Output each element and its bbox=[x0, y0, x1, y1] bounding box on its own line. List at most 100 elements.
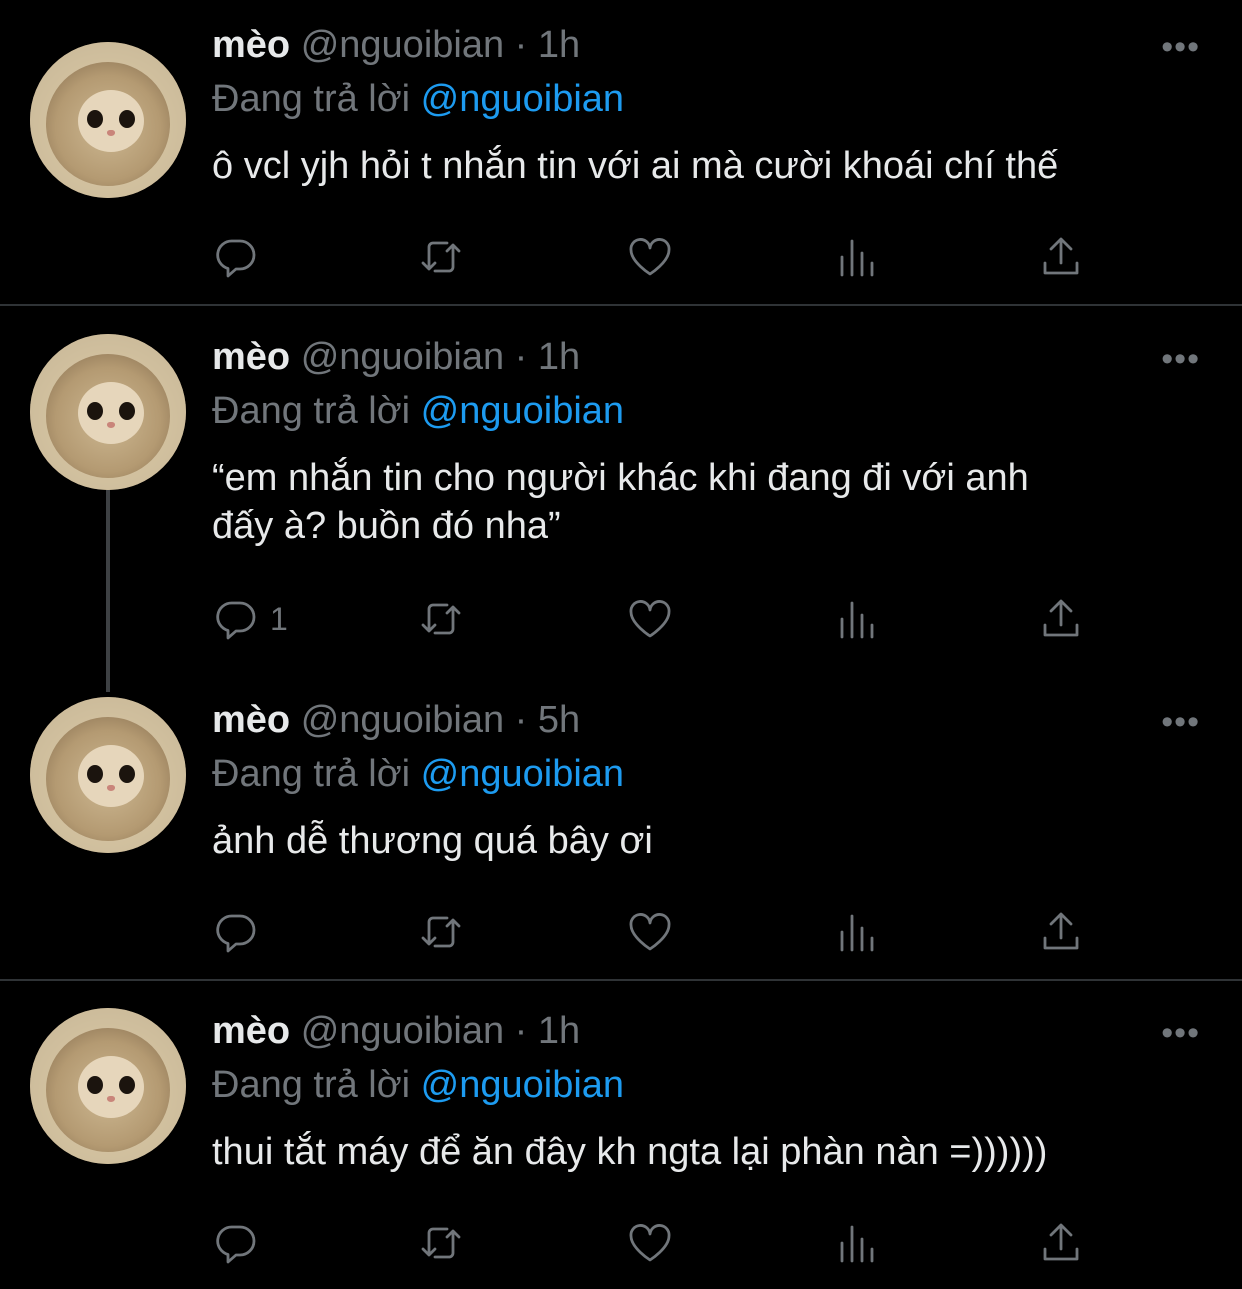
tweet-text-line: thui tắt máy để ăn đây kh ngta lại phàn … bbox=[212, 1131, 1048, 1173]
more-icon[interactable]: ••• bbox=[1161, 1016, 1200, 1050]
tweet-text: thui tắt máy để ăn đây kh ngta lại phàn … bbox=[212, 1128, 1202, 1176]
retweet-button[interactable] bbox=[417, 1218, 465, 1268]
replying-to-label: Đang trả lời bbox=[212, 390, 411, 432]
mention-link[interactable]: @nguoibian bbox=[421, 78, 624, 120]
reply-icon bbox=[216, 1225, 256, 1264]
retweet-icon bbox=[421, 603, 461, 635]
reply-button[interactable] bbox=[212, 1218, 270, 1268]
timestamp[interactable]: 1h bbox=[538, 1010, 580, 1052]
replying-to-label: Đang trả lời bbox=[212, 1064, 411, 1106]
like-icon bbox=[629, 1224, 671, 1262]
replying-to: Đang trả lời @nguoibian bbox=[212, 1062, 624, 1108]
separator: · bbox=[514, 24, 528, 66]
tweet-text: ô vcl yjh hỏi t nhắn tin với ai mà cười … bbox=[212, 142, 1202, 190]
more-icon[interactable]: ••• bbox=[1161, 705, 1200, 739]
like-button[interactable] bbox=[626, 907, 674, 957]
views-button[interactable] bbox=[832, 594, 880, 644]
replying-to: Đang trả lời @nguoibian bbox=[212, 388, 624, 434]
tweet-text-line: “em nhắn tin cho người khác khi đang đi … bbox=[212, 457, 1029, 499]
tweet-header: mèo @nguoibian · 1h bbox=[212, 1008, 580, 1054]
like-button[interactable] bbox=[626, 1218, 674, 1268]
tweet-text-line: ô vcl yjh hỏi t nhắn tin với ai mà cười … bbox=[212, 145, 1059, 187]
handle[interactable]: @nguoibian bbox=[301, 336, 504, 378]
mention-link[interactable]: @nguoibian bbox=[421, 753, 624, 795]
action-bar bbox=[212, 1218, 1092, 1268]
action-bar bbox=[212, 907, 1092, 957]
reply-icon bbox=[216, 239, 256, 278]
display-name[interactable]: mèo bbox=[212, 699, 290, 741]
retweet-button[interactable] bbox=[417, 232, 465, 282]
replying-to-label: Đang trả lời bbox=[212, 78, 411, 120]
tweet-text-line: ảnh dễ thương quá bây ơi bbox=[212, 820, 653, 862]
display-name[interactable]: mèo bbox=[212, 1010, 290, 1052]
retweet-icon bbox=[421, 1227, 461, 1259]
mention-link[interactable]: @nguoibian bbox=[421, 1064, 624, 1106]
mention-link[interactable]: @nguoibian bbox=[421, 390, 624, 432]
handle[interactable]: @nguoibian bbox=[301, 699, 504, 741]
like-icon bbox=[629, 238, 671, 276]
like-icon bbox=[629, 913, 671, 951]
divider bbox=[0, 979, 1242, 981]
tweet-text: ảnh dễ thương quá bây ơi bbox=[212, 817, 1202, 865]
divider bbox=[0, 304, 1242, 306]
reply-button[interactable] bbox=[212, 907, 270, 957]
avatar[interactable] bbox=[30, 334, 186, 490]
retweet-button[interactable] bbox=[417, 907, 465, 957]
avatar[interactable] bbox=[30, 1008, 186, 1164]
retweet-icon bbox=[421, 916, 461, 948]
views-icon bbox=[840, 914, 874, 952]
more-icon[interactable]: ••• bbox=[1161, 30, 1200, 64]
tweet-header: mèo @nguoibian · 1h bbox=[212, 22, 580, 68]
like-button[interactable] bbox=[626, 594, 674, 644]
views-icon bbox=[840, 601, 874, 639]
timestamp[interactable]: 5h bbox=[538, 699, 580, 741]
reply-button[interactable] bbox=[212, 232, 270, 282]
reply-icon bbox=[216, 601, 256, 640]
reply-button[interactable]: 1 bbox=[212, 594, 288, 644]
share-button[interactable] bbox=[1037, 594, 1085, 644]
handle[interactable]: @nguoibian bbox=[301, 24, 504, 66]
views-icon bbox=[840, 1225, 874, 1263]
separator: · bbox=[514, 699, 528, 741]
views-button[interactable] bbox=[832, 907, 880, 957]
like-icon bbox=[629, 600, 671, 638]
share-icon bbox=[1043, 237, 1079, 275]
share-button[interactable] bbox=[1037, 1218, 1085, 1268]
handle[interactable]: @nguoibian bbox=[301, 1010, 504, 1052]
separator: · bbox=[514, 336, 528, 378]
tweet[interactable]: mèo @nguoibian · 1h ••• Đang trả lời @ng… bbox=[0, 334, 1242, 664]
views-button[interactable] bbox=[832, 232, 880, 282]
like-button[interactable] bbox=[626, 232, 674, 282]
replying-to: Đang trả lời @nguoibian bbox=[212, 76, 624, 122]
views-button[interactable] bbox=[832, 1218, 880, 1268]
tweet-header: mèo @nguoibian · 1h bbox=[212, 334, 580, 380]
action-bar: 1 bbox=[212, 594, 1092, 644]
tweet-header: mèo @nguoibian · 5h bbox=[212, 697, 580, 743]
share-button[interactable] bbox=[1037, 907, 1085, 957]
replying-to-label: Đang trả lời bbox=[212, 753, 411, 795]
tweet-text-line: đấy à? buồn đó nha” bbox=[212, 505, 561, 547]
timestamp[interactable]: 1h bbox=[538, 336, 580, 378]
reply-icon bbox=[216, 914, 256, 953]
avatar[interactable] bbox=[30, 42, 186, 198]
share-icon bbox=[1043, 912, 1079, 950]
more-icon[interactable]: ••• bbox=[1161, 342, 1200, 376]
share-icon bbox=[1043, 1223, 1079, 1261]
display-name[interactable]: mèo bbox=[212, 336, 290, 378]
timestamp[interactable]: 1h bbox=[538, 24, 580, 66]
tweet[interactable]: mèo @nguoibian · 1h ••• Đang trả lời @ng… bbox=[0, 22, 1242, 306]
replying-to: Đang trả lời @nguoibian bbox=[212, 751, 624, 797]
tweet-text: “em nhắn tin cho người khác khi đang đi … bbox=[212, 454, 1202, 550]
tweet[interactable]: mèo @nguoibian · 5h ••• Đang trả lời @ng… bbox=[0, 697, 1242, 977]
display-name[interactable]: mèo bbox=[212, 24, 290, 66]
retweet-button[interactable] bbox=[417, 594, 465, 644]
reply-count: 1 bbox=[270, 600, 288, 637]
separator: · bbox=[514, 1010, 528, 1052]
retweet-icon bbox=[421, 241, 461, 273]
share-icon bbox=[1043, 599, 1079, 637]
share-button[interactable] bbox=[1037, 232, 1085, 282]
avatar[interactable] bbox=[30, 697, 186, 853]
views-icon bbox=[840, 239, 874, 277]
tweet[interactable]: mèo @nguoibian · 1h ••• Đang trả lời @ng… bbox=[0, 1008, 1242, 1288]
action-bar bbox=[212, 232, 1092, 282]
